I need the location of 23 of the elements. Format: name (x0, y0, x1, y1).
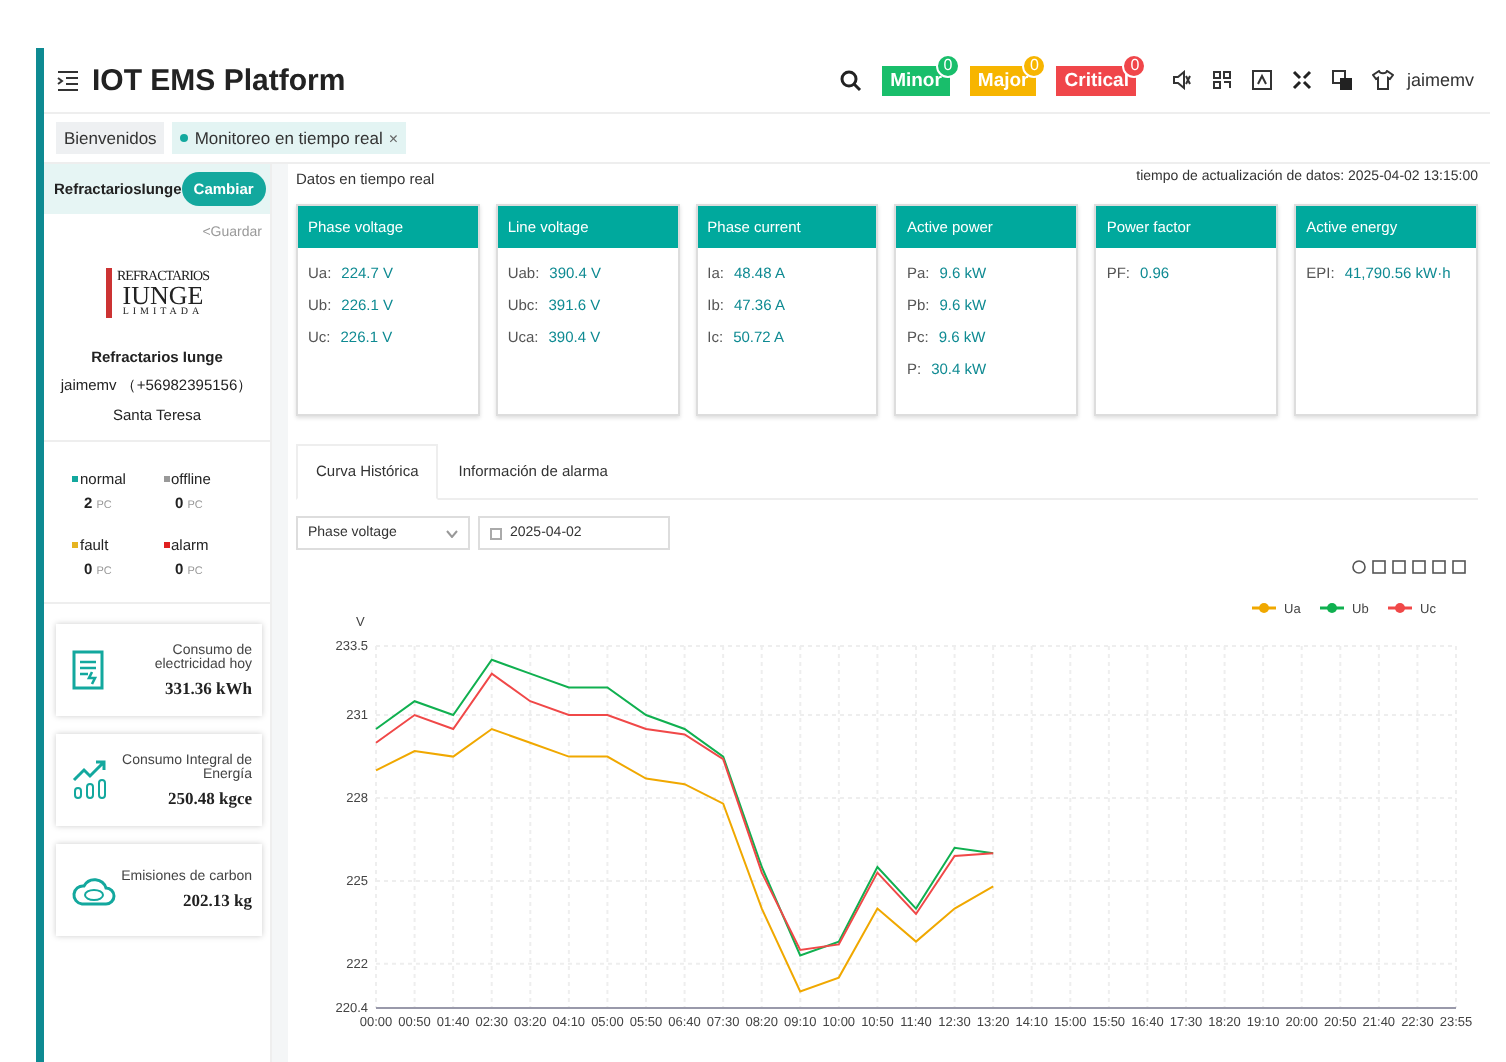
card-value: 250.48 kgce (165, 787, 252, 807)
count-badge: 0 (1122, 53, 1147, 77)
close-icon[interactable]: × (388, 129, 399, 147)
user-name[interactable]: jaimemv (1406, 70, 1474, 90)
search-icon[interactable] (840, 69, 863, 91)
mute-icon[interactable] (1172, 70, 1193, 90)
bill-icon (72, 650, 104, 690)
fullscreen-icon[interactable] (1292, 70, 1313, 90)
grid-icon[interactable] (1212, 70, 1233, 90)
count-badge: 0 (1022, 53, 1047, 77)
shirt-icon[interactable] (1372, 70, 1395, 90)
card-value: 331.36 kWh (163, 677, 252, 697)
count-badge: 0 (935, 53, 960, 77)
page-tab[interactable]: Bienvenidos (56, 122, 165, 154)
card-value: 202.13 kg (181, 890, 252, 910)
chart-growth-icon (72, 760, 108, 800)
app-title: IOT EMS Platform (92, 63, 346, 97)
co2-cloud-icon (72, 872, 116, 908)
page-tab[interactable]: Monitoreo en tiempo real × (172, 122, 407, 154)
screen-icon[interactable] (1252, 70, 1273, 90)
caret-icon (446, 529, 458, 537)
menu-icon[interactable] (56, 69, 80, 91)
language-icon[interactable] (1332, 70, 1353, 90)
